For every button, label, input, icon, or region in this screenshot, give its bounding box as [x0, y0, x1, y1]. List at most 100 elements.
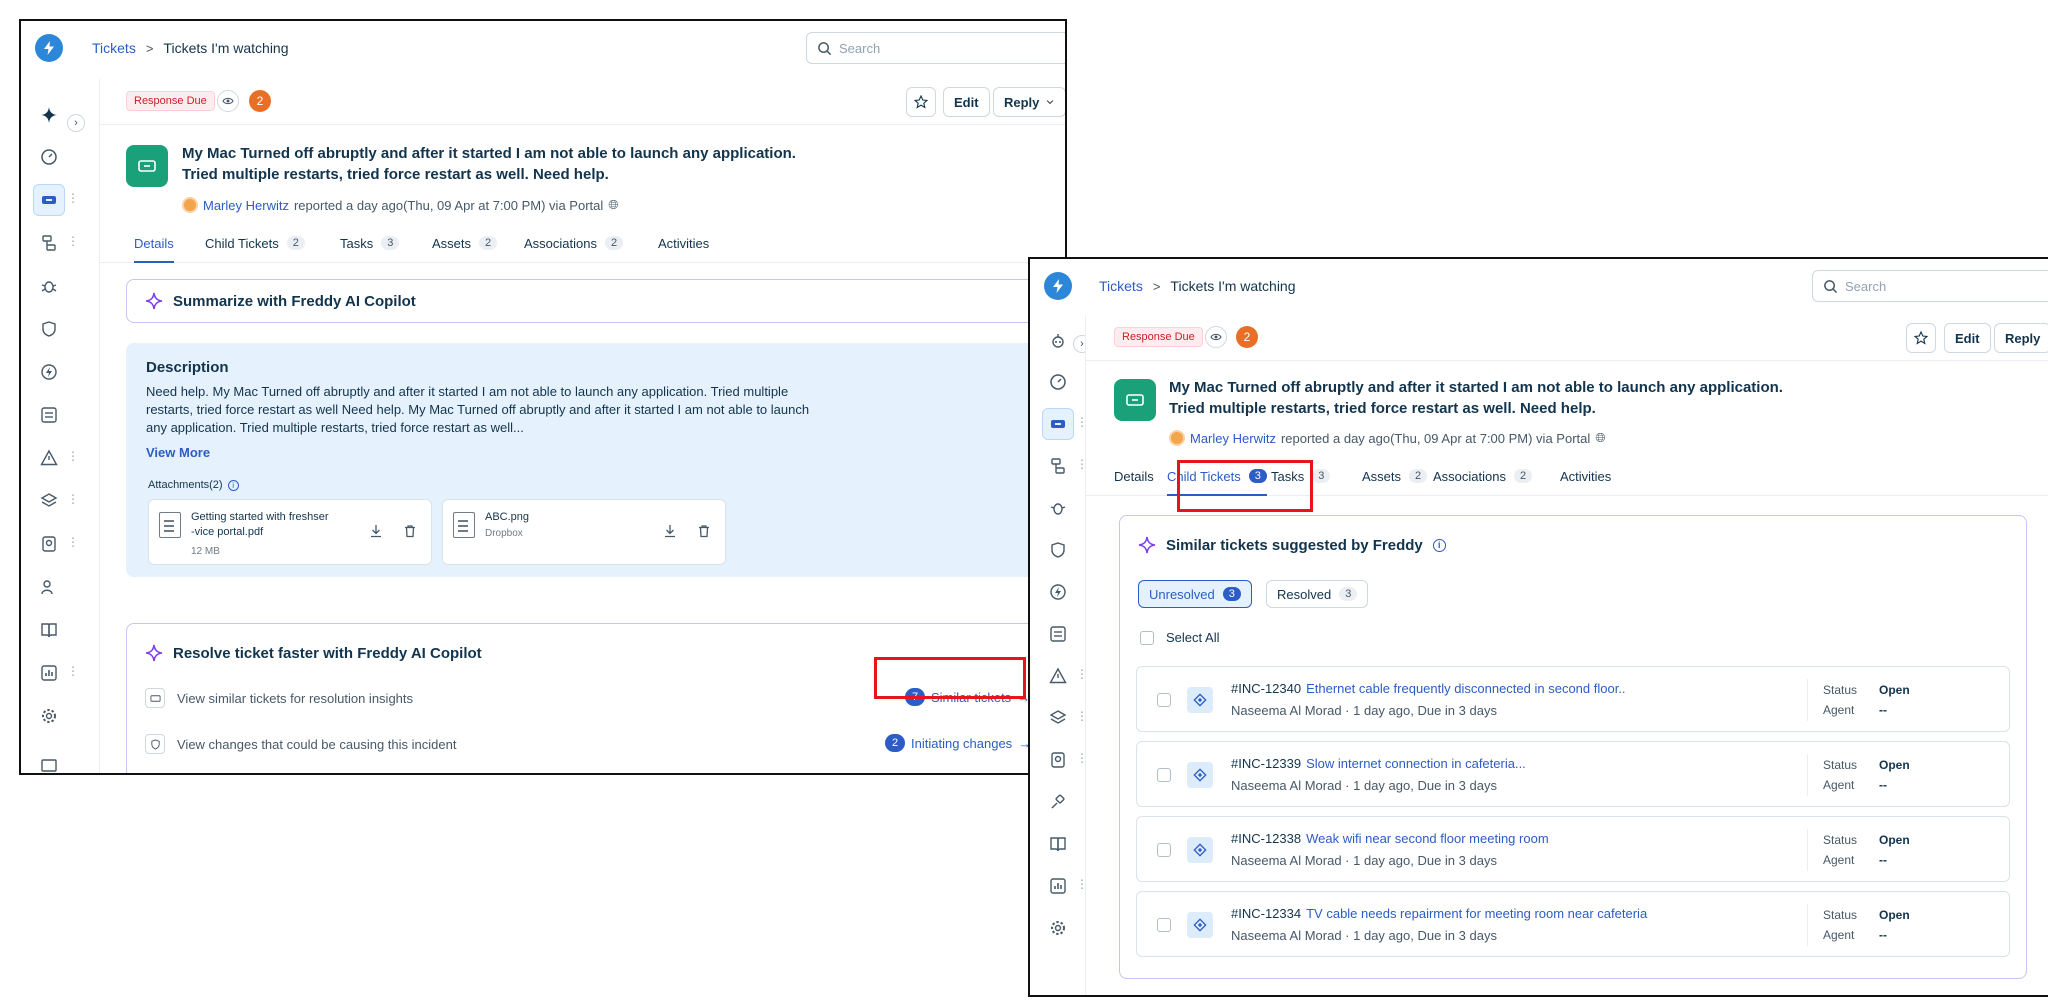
watcher-count-badge[interactable]: 2	[249, 90, 271, 112]
releases-icon[interactable]	[1042, 576, 1074, 608]
row-checkbox[interactable]	[1157, 918, 1171, 932]
releases-icon[interactable]	[33, 356, 65, 388]
trash-icon[interactable]	[403, 524, 417, 538]
watcher-count-badge[interactable]: 2	[1236, 326, 1258, 348]
problems-more-icon[interactable]: ⋮	[67, 235, 79, 247]
reply-button[interactable]: Reply	[993, 87, 1065, 117]
tab-assets[interactable]: Assets 2	[1362, 456, 1428, 496]
list-item[interactable]: #INC-12338 Weak wifi near second floor me…	[1136, 816, 2010, 882]
checklist-icon[interactable]	[33, 399, 65, 431]
app-logo-icon[interactable]	[1044, 272, 1072, 300]
tickets-icon[interactable]	[33, 184, 65, 216]
contacts-icon[interactable]	[1042, 744, 1074, 776]
list-item[interactable]: #INC-12334 TV cable needs repairment for …	[1136, 891, 2010, 957]
ticket-subject-link[interactable]: TV cable needs repairment for meeting ro…	[1306, 906, 1647, 921]
watch-eye-icon[interactable]	[1205, 326, 1227, 348]
settings-gear-icon[interactable]	[1042, 912, 1074, 944]
filter-resolved[interactable]: Resolved 3	[1266, 580, 1369, 608]
breadcrumb-tickets-link[interactable]: Tickets	[92, 40, 136, 56]
satellite-icon[interactable]	[1042, 786, 1074, 818]
reports-more-icon[interactable]: ⋮	[67, 665, 79, 677]
ticket-subject-link[interactable]: Ethernet cable frequently disconnected i…	[1306, 681, 1625, 696]
select-all[interactable]: Select All	[1140, 630, 1219, 645]
tab-activities[interactable]: Activities	[658, 223, 709, 263]
tab-associations[interactable]: Associations 2	[524, 223, 624, 263]
view-more-link[interactable]: View More	[146, 445, 210, 460]
contacts-more-icon[interactable]: ⋮	[67, 536, 79, 548]
warning-more-icon[interactable]: ⋮	[67, 450, 79, 462]
select-all-checkbox[interactable]	[1140, 630, 1154, 645]
select-all-label: Select All	[1166, 630, 1220, 645]
tickets-more-icon[interactable]: ⋮	[67, 192, 79, 204]
warning-icon[interactable]	[1042, 660, 1074, 692]
edit-button[interactable]: Edit	[1944, 323, 1991, 353]
row-checkbox[interactable]	[1157, 768, 1171, 782]
tab-details[interactable]: Details	[134, 223, 174, 263]
app-logo-icon[interactable]	[35, 34, 63, 62]
warning-icon[interactable]	[33, 442, 65, 474]
filter-unresolved[interactable]: Unresolved 3	[1138, 580, 1252, 608]
tab-child-tickets[interactable]: Child Tickets 3	[1167, 456, 1267, 496]
tab-tasks[interactable]: Tasks 3	[340, 223, 400, 263]
window-icon[interactable]	[33, 749, 65, 773]
dashboard-icon[interactable]	[33, 141, 65, 173]
users-icon[interactable]	[33, 571, 65, 603]
download-icon[interactable]	[663, 524, 677, 538]
resolve-title: Resolve ticket faster with Freddy AI Cop…	[145, 644, 482, 662]
reports-icon[interactable]	[33, 657, 65, 689]
bug-icon[interactable]	[1042, 492, 1074, 524]
tab-assets[interactable]: Assets 2	[432, 223, 498, 263]
edit-button[interactable]: Edit	[943, 87, 990, 117]
search-input[interactable]: Search	[1812, 270, 2048, 302]
download-icon[interactable]	[369, 524, 383, 538]
problems-icon[interactable]	[33, 227, 65, 259]
reply-button[interactable]: Reply	[1994, 323, 2048, 353]
tickets-icon[interactable]	[1042, 408, 1074, 440]
contacts-icon[interactable]	[33, 528, 65, 560]
layers-icon[interactable]	[1042, 702, 1074, 734]
tab-activities[interactable]: Activities	[1560, 456, 1611, 496]
list-item[interactable]: #INC-12339 Slow internet connection in ca…	[1136, 741, 2010, 807]
info-icon[interactable]: i	[1432, 538, 1446, 552]
trash-icon[interactable]	[697, 524, 711, 538]
summarize-copilot-bar[interactable]: Summarize with Freddy AI Copilot	[126, 279, 1065, 323]
settings-gear-icon[interactable]	[33, 700, 65, 732]
reports-icon[interactable]	[1042, 870, 1074, 902]
similar-tickets-link[interactable]: 7 Similar tickets →	[905, 688, 1030, 706]
freddy-sparkle-icon[interactable]	[33, 99, 65, 131]
ticket-requester: Naseema Al Morad	[1231, 703, 1342, 718]
sidebar-expand-icon[interactable]: ›	[67, 114, 85, 132]
row-checkbox[interactable]	[1157, 693, 1171, 707]
shield-icon[interactable]	[33, 313, 65, 345]
tab-associations[interactable]: Associations 2	[1433, 456, 1533, 496]
dashboard-icon[interactable]	[1042, 366, 1074, 398]
list-item[interactable]: #INC-12340 Ethernet cable frequently disc…	[1136, 666, 2010, 732]
problems-icon[interactable]	[1042, 450, 1074, 482]
checklist-icon[interactable]	[1042, 618, 1074, 650]
layers-more-icon[interactable]: ⋮	[67, 493, 79, 505]
freddy-bot-icon[interactable]	[1042, 325, 1074, 357]
star-button[interactable]	[906, 87, 936, 117]
ticket-when: 1 day ago, Due in 3 days	[1353, 703, 1497, 718]
tab-tasks[interactable]: Tasks 3	[1271, 456, 1331, 496]
initiating-changes-link[interactable]: 2 Initiating changes →	[885, 734, 1031, 752]
attachment-card[interactable]: Getting started with freshser -vice port…	[148, 499, 432, 565]
tab-details[interactable]: Details	[1114, 456, 1154, 496]
star-button[interactable]	[1906, 323, 1936, 353]
bug-icon[interactable]	[33, 270, 65, 302]
book-icon[interactable]	[33, 614, 65, 646]
breadcrumb-tickets-link[interactable]: Tickets	[1099, 278, 1143, 294]
ticket-subject-link[interactable]: Slow internet connection in cafeteria...	[1306, 756, 1526, 771]
book-icon[interactable]	[1042, 828, 1074, 860]
shield-icon[interactable]	[1042, 534, 1074, 566]
tab-child-tickets[interactable]: Child Tickets 2	[205, 223, 305, 263]
watch-eye-icon[interactable]	[217, 90, 239, 112]
search-input[interactable]: Search	[806, 32, 1065, 64]
layers-icon[interactable]	[33, 485, 65, 517]
row-checkbox[interactable]	[1157, 843, 1171, 857]
attachment-card[interactable]: ABC.png Dropbox	[442, 499, 726, 565]
tab-associations-count: 2	[1513, 469, 1533, 483]
requester-link[interactable]: Marley Herwitz	[203, 198, 289, 213]
ticket-subject-link[interactable]: Weak wifi near second floor meeting room	[1306, 831, 1549, 846]
requester-link[interactable]: Marley Herwitz	[1190, 431, 1276, 446]
